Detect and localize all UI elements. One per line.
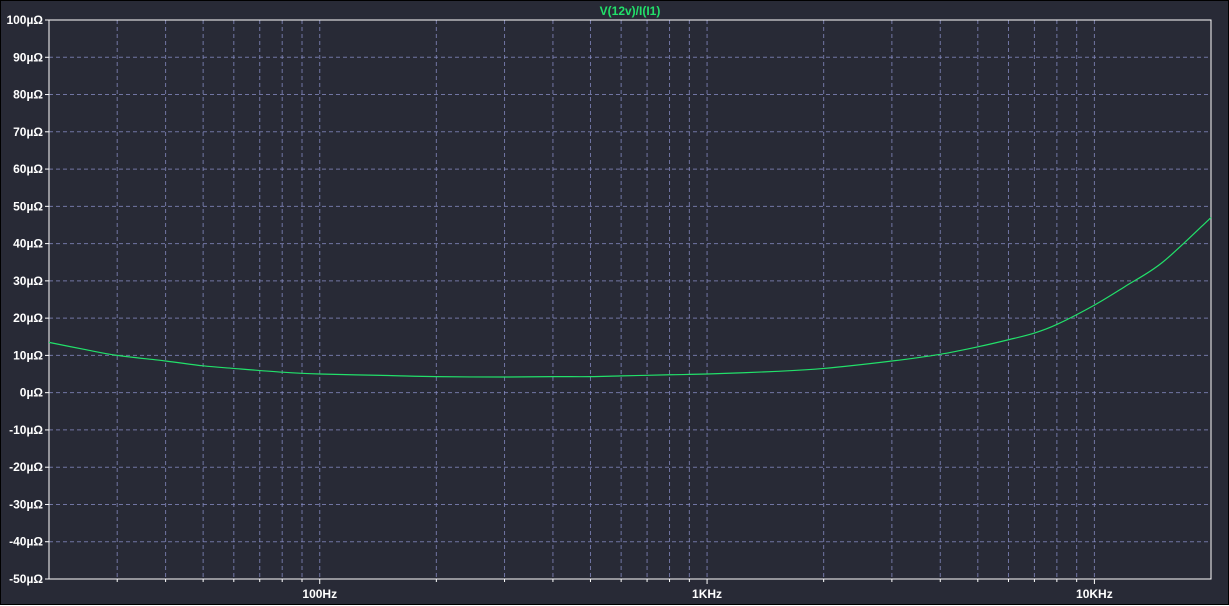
y-tick-label: 100µΩ <box>6 13 43 27</box>
y-tick-label: 40µΩ <box>13 237 43 251</box>
trace-title[interactable]: V(12v)/I(I1) <box>600 4 661 18</box>
y-tick-label: -30µΩ <box>9 497 43 511</box>
y-tick-label: 10µΩ <box>13 348 43 362</box>
y-tick-label: 50µΩ <box>13 199 43 213</box>
y-tick-label: -20µΩ <box>9 460 43 474</box>
plot-window: 100µΩ 90µΩ 80µΩ 70µΩ 60µΩ 50µΩ 40µΩ 30µΩ 20µΩ 10µ… <box>0 0 1229 605</box>
x-tick-label: 1KHz <box>692 587 722 601</box>
plot-frame <box>48 19 1212 580</box>
y-tick-label: 20µΩ <box>13 311 43 325</box>
series-line[interactable] <box>48 217 1212 378</box>
y-tick-label: 80µΩ <box>13 88 43 102</box>
x-tick-label: 10KHz <box>1076 587 1113 601</box>
y-tick-label: -10µΩ <box>9 423 43 437</box>
x-tick-label: 100Hz <box>302 587 337 601</box>
y-tick-label: 30µΩ <box>13 274 43 288</box>
grid <box>49 20 1211 579</box>
y-tick-label: 0µΩ <box>20 386 44 400</box>
axis-ticks: 100µΩ 90µΩ 80µΩ 70µΩ 60µΩ 50µΩ 40µΩ 30µΩ 20µΩ 10µ… <box>6 13 1112 601</box>
line-chart[interactable]: 100µΩ 90µΩ 80µΩ 70µΩ 60µΩ 50µΩ 40µΩ 30µΩ 20µΩ 10µ… <box>1 1 1229 606</box>
y-tick-label: -50µΩ <box>9 572 43 586</box>
y-tick-label: -40µΩ <box>9 535 43 549</box>
y-tick-label: 70µΩ <box>13 125 43 139</box>
y-tick-label: 90µΩ <box>13 50 43 64</box>
y-tick-label: 60µΩ <box>13 162 43 176</box>
series-layer <box>48 217 1212 378</box>
